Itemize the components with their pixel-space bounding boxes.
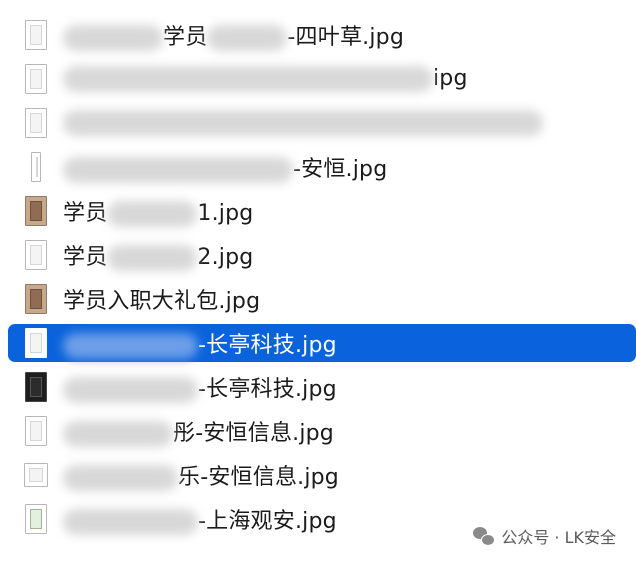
file-name: 学员 1.jpg [63, 195, 253, 227]
file-name-suffix: -上海观安.jpg [198, 509, 337, 534]
file-name: -长亭科技.jpg [63, 327, 337, 359]
file-name-suffix: -长亭科技.jpg [198, 333, 337, 358]
file-row[interactable]: -长亭科技.jpg [8, 368, 636, 406]
file-name-suffix: -安恒信息.jpg [195, 421, 334, 446]
image-file-icon [24, 463, 48, 487]
image-file-icon [25, 20, 47, 50]
file-name: 学员入职大礼包.jpg [63, 283, 260, 315]
wechat-icon [473, 527, 496, 546]
file-row[interactable]: 学员 2.jpg [8, 236, 636, 274]
redacted-text [107, 201, 198, 227]
image-file-icon [25, 504, 47, 534]
image-file-icon [31, 152, 41, 182]
image-file-icon [25, 64, 47, 94]
redacted-text [63, 66, 433, 92]
file-name-suffix: 1.jpg [197, 201, 254, 226]
file-name-suffix: -四叶草.jpg [287, 25, 404, 50]
image-file-icon [25, 284, 47, 314]
file-name: -长亭科技.jpg [63, 371, 337, 403]
file-row[interactable]: 学员入职大礼包.jpg [8, 280, 636, 318]
file-row[interactable]: 学员 -四叶草.jpg [8, 16, 636, 54]
image-file-icon [25, 240, 47, 270]
file-row[interactable] [8, 104, 636, 142]
redacted-text [63, 377, 198, 403]
redacted-text [207, 25, 288, 51]
file-name-prefix: 学员 [63, 201, 108, 226]
file-name: 乐-安恒信息.jpg [63, 459, 339, 491]
image-file-icon [25, 416, 47, 446]
file-name-suffix: -安恒.jpg [293, 157, 388, 182]
file-row[interactable]: 乐-安恒信息.jpg [8, 456, 636, 494]
file-name-suffix: -长亭科技.jpg [198, 377, 337, 402]
file-row[interactable]: -长亭科技.jpg [8, 324, 636, 362]
file-name-suffix: -安恒信息.jpg [200, 465, 339, 490]
file-name-part: 乐 [178, 465, 201, 490]
file-name-suffix: 2.jpg [197, 245, 254, 270]
image-file-icon [25, 328, 47, 358]
redacted-text [63, 110, 543, 136]
redacted-text [63, 157, 293, 183]
file-name [63, 110, 543, 136]
watermark-text: 公众号 · LK安全 [501, 528, 616, 547]
redacted-text [63, 465, 178, 491]
file-name-part: 彤 [173, 421, 196, 446]
image-file-icon [25, 372, 47, 402]
file-row[interactable]: -安恒.jpg [8, 148, 636, 186]
image-file-icon [25, 196, 47, 226]
file-name-prefix: 学员 [63, 245, 108, 270]
redacted-text [63, 509, 198, 535]
redacted-text [107, 245, 198, 271]
file-row[interactable]: 学员 1.jpg [8, 192, 636, 230]
file-name: ipg [63, 66, 468, 92]
file-name: 学员 2.jpg [63, 239, 253, 271]
image-file-icon [25, 108, 47, 138]
file-name: 彤-安恒信息.jpg [63, 415, 334, 447]
redacted-text [63, 333, 198, 359]
redacted-text [63, 421, 173, 447]
file-row[interactable]: ipg [8, 60, 636, 98]
file-name: -上海观安.jpg [63, 503, 337, 535]
file-name-part: 学员 [163, 25, 208, 50]
file-row[interactable]: 彤-安恒信息.jpg [8, 412, 636, 450]
file-name-suffix: ipg [433, 66, 468, 91]
watermark: 公众号 · LK安全 [473, 524, 616, 548]
file-name: 学员 -四叶草.jpg [63, 19, 404, 51]
file-name-prefix: 学员入职大礼包.jpg [63, 289, 261, 314]
redacted-text [63, 25, 163, 51]
file-name: -安恒.jpg [63, 151, 387, 183]
